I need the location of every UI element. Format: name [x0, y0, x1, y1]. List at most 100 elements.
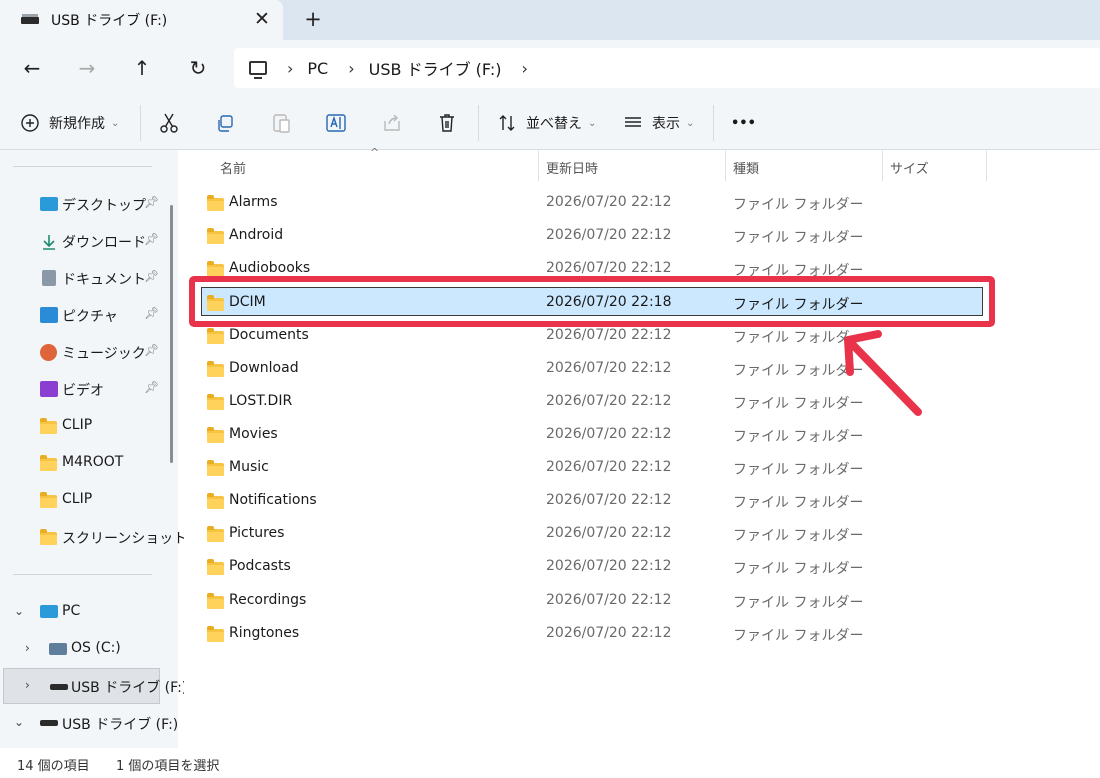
file-row[interactable]: Recordings 2026/07/20 22:12 ファイル フォルダー	[202, 586, 982, 616]
file-modified: 2026/07/20 22:12	[546, 260, 672, 276]
sidebar-item-clip-2[interactable]: CLIP	[0, 485, 160, 515]
breadcrumb-usb-drive[interactable]: USB ドライブ (F:)	[369, 56, 502, 80]
sidebar-item-m4root[interactable]: M4ROOT	[0, 448, 160, 478]
pin-icon[interactable]: 📌︎	[144, 343, 159, 357]
delete-button[interactable]	[436, 110, 458, 136]
file-row[interactable]: Ringtones 2026/07/20 22:12 ファイル フォルダー	[202, 619, 982, 649]
breadcrumb-expand-icon[interactable]: ›	[522, 59, 528, 78]
file-modified: 2026/07/20 22:12	[546, 393, 672, 409]
breadcrumb-separator-icon: ›	[287, 58, 294, 78]
file-type: ファイル フォルダー	[733, 628, 864, 644]
file-row[interactable]: Podcasts 2026/07/20 22:12 ファイル フォルダー	[202, 552, 982, 582]
column-divider[interactable]	[986, 150, 987, 181]
view-button[interactable]: 表示 ⌄	[622, 110, 694, 136]
forward-button[interactable]: →	[73, 54, 101, 82]
column-divider[interactable]	[538, 150, 539, 181]
column-header-name[interactable]: 名前	[220, 158, 246, 177]
sidebar-item-screenshots[interactable]: スクリーンショット	[0, 522, 187, 552]
sidebar-item-clip[interactable]: CLIP	[0, 411, 160, 441]
file-name: LOST.DIR	[229, 393, 293, 409]
close-tab-icon[interactable]: ✕	[252, 9, 272, 29]
column-header-type[interactable]: 種類	[733, 158, 759, 177]
command-separator	[478, 105, 479, 141]
file-modified: 2026/07/20 22:12	[546, 525, 672, 541]
column-divider[interactable]	[725, 150, 726, 181]
folder-icon	[207, 427, 224, 443]
column-header-size[interactable]: サイズ	[890, 158, 929, 177]
breadcrumb-pc[interactable]: PC	[307, 59, 328, 78]
folder-icon	[207, 394, 224, 410]
copy-button[interactable]	[214, 110, 236, 136]
sidebar-item-desktop[interactable]: デスクトップ 📌︎	[0, 189, 160, 219]
window-tab[interactable]: USB ドライブ (F:) ✕	[0, 0, 283, 40]
sidebar-item-music[interactable]: ミュージック 📌︎	[0, 337, 160, 367]
command-separator	[140, 105, 141, 141]
new-button-label: 新規作成	[49, 116, 105, 132]
sidebar-item-label: USB ドライブ (F:)	[71, 680, 188, 696]
sidebar-item-label: USB ドライブ (F:)	[62, 717, 179, 733]
file-name: Notifications	[229, 492, 317, 508]
file-row[interactable]: Notifications 2026/07/20 22:12 ファイル フォルダ…	[202, 486, 982, 516]
file-row[interactable]: Music 2026/07/20 22:12 ファイル フォルダー	[202, 453, 982, 483]
paste-button[interactable]	[270, 110, 292, 136]
column-divider[interactable]	[882, 150, 883, 181]
file-modified: 2026/07/20 22:12	[546, 194, 672, 210]
chevron-down-icon: ⌄	[111, 117, 120, 129]
rename-button[interactable]	[325, 110, 347, 136]
share-icon	[381, 112, 403, 134]
pin-icon[interactable]: 📌︎	[144, 232, 159, 246]
share-button[interactable]	[381, 110, 403, 136]
chevron-down-icon[interactable]: ⌄	[14, 604, 24, 618]
cut-button[interactable]	[158, 110, 180, 136]
new-tab-button[interactable]: +	[302, 8, 324, 30]
sidebar-item-usb-drive[interactable]: ⌄ USB ドライブ (F:)	[0, 708, 178, 738]
chevron-down-icon[interactable]: ⌄	[14, 715, 24, 729]
sidebar-item-os-drive[interactable]: › OS (C:)	[0, 634, 160, 664]
file-row[interactable]: Pictures 2026/07/20 22:12 ファイル フォルダー	[202, 519, 982, 549]
more-options-button[interactable]: •••	[731, 110, 756, 136]
file-modified: 2026/07/20 22:12	[546, 327, 672, 343]
pin-icon[interactable]: 📌︎	[144, 269, 159, 283]
trash-icon	[436, 112, 458, 134]
file-modified: 2026/07/20 22:12	[546, 426, 672, 442]
sidebar-item-videos[interactable]: ビデオ 📌︎	[0, 374, 160, 404]
sidebar-item-pc[interactable]: ⌄ PC	[0, 597, 160, 627]
chevron-right-icon[interactable]: ›	[25, 678, 30, 692]
chevron-right-icon[interactable]: ›	[25, 641, 30, 655]
sort-icon	[496, 112, 518, 134]
pin-icon[interactable]: 📌︎	[144, 306, 159, 320]
sidebar-item-label: ピクチャ	[62, 309, 118, 325]
copy-icon	[214, 112, 236, 134]
pin-icon[interactable]: 📌︎	[144, 380, 159, 394]
file-name: Music	[229, 459, 269, 475]
usb-drive-icon	[40, 720, 58, 726]
folder-icon	[207, 526, 224, 542]
pin-icon[interactable]: 📌︎	[144, 195, 159, 209]
back-button[interactable]: ←	[18, 54, 46, 82]
file-type: ファイル フォルダー	[733, 495, 864, 511]
sidebar-item-label: スクリーンショット	[62, 531, 188, 547]
file-row[interactable]: Android 2026/07/20 22:12 ファイル フォルダー	[202, 221, 982, 251]
sidebar-item-pictures[interactable]: ピクチャ 📌︎	[0, 300, 160, 330]
sort-ascending-icon: ^	[370, 146, 380, 159]
file-type: ファイル フォルダー	[733, 561, 864, 577]
column-header-modified[interactable]: 更新日時	[546, 158, 598, 177]
sidebar-item-downloads[interactable]: ダウンロード 📌︎	[0, 226, 160, 256]
sidebar-item-label: デスクトップ	[62, 198, 146, 214]
refresh-button[interactable]: ↻	[184, 54, 212, 82]
pictures-icon	[40, 307, 58, 323]
file-row[interactable]: Alarms 2026/07/20 22:12 ファイル フォルダー	[202, 188, 982, 218]
new-button[interactable]: 新規作成 ⌄	[19, 110, 119, 136]
folder-icon	[207, 559, 224, 575]
sidebar-item-label: ダウンロード	[62, 235, 146, 251]
folder-icon	[40, 455, 58, 474]
up-button[interactable]: ↑	[128, 54, 156, 82]
sidebar-item-documents[interactable]: ドキュメント 📌︎	[0, 263, 160, 293]
sidebar-item-usb-drive-selected[interactable]: › USB ドライブ (F:)	[3, 668, 187, 704]
sidebar-divider	[13, 574, 152, 575]
file-list: ^ 名前 更新日時 種類 サイズ Alarms 2026/07/20 22:12…	[184, 146, 1100, 748]
address-bar[interactable]: › PC › USB ドライブ (F:) ›	[234, 48, 1100, 88]
sidebar-scrollbar[interactable]	[170, 205, 173, 463]
file-type: ファイル フォルダー	[733, 595, 864, 611]
sort-button[interactable]: 並べ替え ⌄	[496, 110, 596, 136]
